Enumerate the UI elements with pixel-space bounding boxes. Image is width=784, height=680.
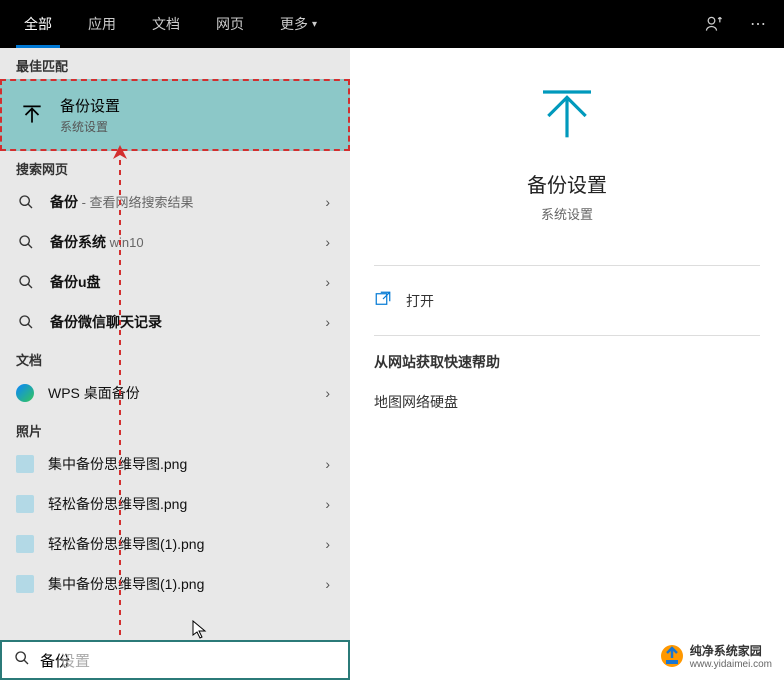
- wps-icon: [16, 384, 34, 402]
- image-icon: [16, 535, 34, 553]
- search-bar[interactable]: 设置: [0, 640, 350, 680]
- watermark-logo-icon: [660, 644, 684, 668]
- more-options-icon[interactable]: ⋯: [740, 6, 776, 42]
- search-tabs: 全部 应用 文档 网页 更多▾: [8, 0, 333, 48]
- photo-name: 集中备份思维导图(1).png: [48, 574, 311, 594]
- tab-all[interactable]: 全部: [8, 0, 68, 48]
- tab-apps[interactable]: 应用: [72, 0, 132, 48]
- chevron-right-icon: ›: [325, 234, 334, 250]
- search-icon: [14, 650, 30, 671]
- detail-title: 备份设置: [527, 169, 607, 198]
- backup-icon: [18, 101, 46, 129]
- chevron-right-icon: ›: [325, 576, 334, 592]
- photo-item[interactable]: 集中备份思维导图.png ›: [0, 444, 350, 484]
- watermark-url: www.yidaimei.com: [690, 659, 772, 670]
- documents-label: 文档: [0, 342, 350, 373]
- chevron-right-icon: ›: [325, 536, 334, 552]
- web-result-text: 备份u盘: [50, 272, 311, 292]
- best-match-item[interactable]: 备份设置 系统设置: [0, 79, 350, 151]
- web-result-text: 备份系统 win10: [50, 232, 311, 252]
- search-icon: [16, 312, 36, 332]
- photo-name: 集中备份思维导图.png: [48, 454, 311, 474]
- open-action[interactable]: 打开: [374, 278, 760, 323]
- open-icon: [374, 290, 392, 311]
- search-icon: [16, 192, 36, 212]
- open-label: 打开: [406, 291, 434, 311]
- document-name: WPS 桌面备份: [48, 383, 311, 403]
- chevron-down-icon: ▾: [312, 19, 317, 30]
- photo-item[interactable]: 轻松备份思维导图(1).png ›: [0, 524, 350, 564]
- best-match-subtitle: 系统设置: [60, 118, 120, 135]
- chevron-right-icon: ›: [325, 274, 334, 290]
- tab-more[interactable]: 更多▾: [264, 0, 333, 48]
- web-result-item[interactable]: 备份系统 win10 ›: [0, 222, 350, 262]
- photo-item[interactable]: 集中备份思维导图(1).png ›: [0, 564, 350, 604]
- photos-label: 照片: [0, 413, 350, 444]
- chevron-right-icon: ›: [325, 194, 334, 210]
- detail-subtitle: 系统设置: [541, 204, 593, 223]
- header-bar: 全部 应用 文档 网页 更多▾ ⋯: [0, 0, 784, 48]
- document-item[interactable]: WPS 桌面备份 ›: [0, 373, 350, 413]
- chevron-right-icon: ›: [325, 496, 334, 512]
- best-match-label: 最佳匹配: [0, 48, 350, 79]
- photo-name: 轻松备份思维导图(1).png: [48, 534, 311, 554]
- divider: [374, 335, 760, 336]
- tab-web[interactable]: 网页: [200, 0, 260, 48]
- feedback-icon[interactable]: [696, 6, 732, 42]
- image-icon: [16, 575, 34, 593]
- best-match-title: 备份设置: [60, 95, 120, 116]
- tab-documents[interactable]: 文档: [136, 0, 196, 48]
- web-result-item[interactable]: 备份u盘 ›: [0, 262, 350, 302]
- help-link[interactable]: 地图网络硬盘: [374, 384, 760, 420]
- chevron-right-icon: ›: [325, 385, 334, 401]
- web-result-text: 备份 - 查看网络搜索结果: [50, 192, 311, 212]
- watermark: 纯净系统家园 www.yidaimei.com: [660, 642, 772, 670]
- search-ghost-text: 设置: [60, 650, 90, 671]
- search-web-label: 搜索网页: [0, 151, 350, 182]
- photo-item[interactable]: 轻松备份思维导图.png ›: [0, 484, 350, 524]
- web-result-item[interactable]: 备份 - 查看网络搜索结果 ›: [0, 182, 350, 222]
- divider: [374, 265, 760, 266]
- chevron-right-icon: ›: [325, 456, 334, 472]
- web-result-item[interactable]: 备份微信聊天记录 ›: [0, 302, 350, 342]
- image-icon: [16, 495, 34, 513]
- chevron-right-icon: ›: [325, 314, 334, 330]
- help-heading: 从网站获取快速帮助: [374, 352, 760, 372]
- search-icon: [16, 232, 36, 252]
- header-actions: ⋯: [696, 6, 776, 42]
- backup-large-icon: [535, 84, 599, 153]
- web-result-text: 备份微信聊天记录: [50, 312, 311, 332]
- image-icon: [16, 455, 34, 473]
- watermark-brand: 纯净系统家园: [690, 642, 772, 659]
- detail-panel: 备份设置 系统设置 打开 从网站获取快速帮助 地图网络硬盘: [350, 48, 784, 640]
- results-panel: 最佳匹配 备份设置 系统设置 搜索网页 备份 - 查看网络搜索结果›备份系统 w…: [0, 48, 350, 640]
- search-icon: [16, 272, 36, 292]
- photo-name: 轻松备份思维导图.png: [48, 494, 311, 514]
